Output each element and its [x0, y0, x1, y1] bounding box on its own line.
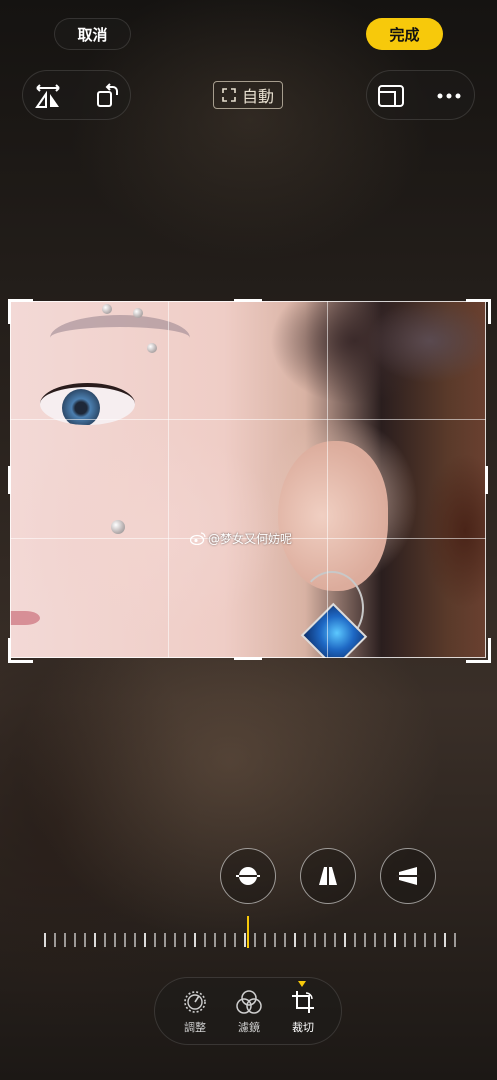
ruler-tick [354, 933, 356, 947]
flip-horizontal-icon[interactable] [33, 82, 63, 110]
ruler-tick [374, 933, 376, 947]
ruler-tick [364, 933, 366, 947]
ruler-tick [134, 933, 136, 947]
ruler-tick [214, 933, 216, 947]
ruler-tick [434, 933, 436, 947]
crop-handle-right[interactable] [485, 466, 488, 494]
crop-handle-top-left[interactable] [8, 299, 33, 324]
ruler-tick [344, 933, 346, 947]
ruler-tick [164, 933, 166, 947]
ruler-tick [424, 933, 426, 947]
crop-handle-top-right[interactable] [466, 299, 491, 324]
ruler-tick [274, 933, 276, 947]
aspect-more-toolbar [366, 70, 475, 120]
cancel-button[interactable]: 取消 [54, 18, 131, 50]
ruler-tick [104, 933, 106, 947]
ruler-tick [334, 933, 336, 947]
ruler-tick [254, 933, 256, 947]
ruler-tick [444, 933, 446, 947]
ruler-tick [414, 933, 416, 947]
ruler-tick [124, 933, 126, 947]
ruler-tick [194, 933, 196, 947]
ruler-tick [174, 933, 176, 947]
watermark: @梦女又何妨呢 [190, 530, 292, 547]
auto-label: 自動 [241, 87, 274, 106]
ruler-tick [44, 933, 46, 947]
auto-button[interactable]: 自動 [213, 81, 283, 109]
flip-rotate-toolbar [22, 70, 131, 120]
tab-filters[interactable]: 濾鏡 [221, 978, 277, 1046]
adjust-dial-icon [184, 991, 206, 1013]
more-icon[interactable] [437, 93, 461, 99]
ruler-tick [284, 933, 286, 947]
angle-ruler[interactable] [44, 932, 456, 948]
ruler-tick [384, 933, 386, 947]
ruler-tick [234, 933, 236, 947]
aspect-ratio-icon[interactable] [377, 84, 405, 108]
straighten-button[interactable] [220, 848, 276, 904]
ruler-tick [324, 933, 326, 947]
ruler-tick [454, 933, 456, 947]
weibo-icon [190, 532, 206, 545]
straighten-icon [236, 867, 260, 885]
active-tab-indicator [298, 981, 306, 987]
ruler-tick [394, 933, 396, 947]
rotate-icon[interactable] [95, 83, 121, 109]
crop-frame [10, 301, 486, 658]
ruler-tick [204, 933, 206, 947]
ruler-tick [294, 933, 296, 947]
tab-crop-label: 裁切 [292, 1021, 314, 1034]
ruler-tick [244, 933, 246, 947]
horizontal-perspective-button[interactable] [380, 848, 436, 904]
ruler-tick [184, 933, 186, 947]
crop-icon [292, 991, 314, 1013]
done-button[interactable]: 完成 [366, 18, 443, 50]
vertical-perspective-icon [319, 864, 337, 888]
auto-crop-icon [222, 88, 236, 102]
ruler-tick [224, 933, 226, 947]
tab-adjust-label: 調整 [184, 1021, 206, 1034]
ruler-tick [314, 933, 316, 947]
angle-ruler-indicator [247, 916, 249, 948]
crop-handle-bottom-right[interactable] [466, 638, 491, 663]
edit-mode-tabbar: 調整 濾鏡 裁切 [154, 977, 342, 1045]
filters-icon [236, 990, 262, 1014]
ruler-tick [264, 933, 266, 947]
tab-filters-label: 濾鏡 [238, 1021, 260, 1034]
horizontal-perspective-icon [396, 867, 420, 885]
crop-handle-bottom[interactable] [234, 657, 262, 660]
crop-handle-top[interactable] [234, 299, 262, 302]
ruler-tick [114, 933, 116, 947]
ruler-tick [144, 933, 146, 947]
crop-handle-left[interactable] [8, 466, 11, 494]
ruler-tick [64, 933, 66, 947]
tab-adjust[interactable]: 調整 [167, 978, 223, 1046]
tab-crop[interactable]: 裁切 [275, 978, 331, 1046]
ruler-tick [84, 933, 86, 947]
watermark-text: @梦女又何妨呢 [208, 532, 293, 546]
ruler-tick [54, 933, 56, 947]
ruler-tick [404, 933, 406, 947]
ruler-tick [154, 933, 156, 947]
ruler-tick [304, 933, 306, 947]
ruler-tick [94, 933, 96, 947]
ruler-tick [74, 933, 76, 947]
crop-handle-bottom-left[interactable] [8, 638, 33, 663]
vertical-perspective-button[interactable] [300, 848, 356, 904]
